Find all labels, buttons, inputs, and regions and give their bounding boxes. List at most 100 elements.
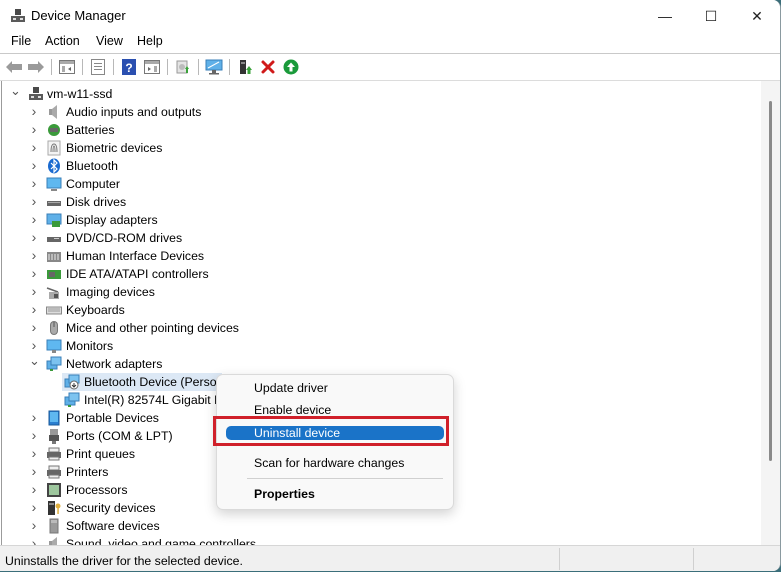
- chevron-right-icon[interactable]: ›: [29, 446, 39, 460]
- tree-item[interactable]: › DVD/CD-ROM drives: [2, 229, 322, 247]
- chevron-right-icon[interactable]: ›: [29, 482, 39, 496]
- chevron-right-icon[interactable]: ›: [29, 536, 39, 545]
- context-menu-update-driver[interactable]: Update driver: [225, 380, 445, 396]
- processor-icon: [47, 483, 61, 497]
- chevron-right-icon[interactable]: ›: [29, 266, 39, 280]
- computer-icon: [46, 177, 62, 191]
- tree-item-label: Ports (COM & LPT): [66, 429, 173, 443]
- printer-icon: [47, 447, 61, 461]
- speaker-icon: [49, 105, 57, 119]
- title-bar: Device Manager — ☐ ✕: [0, 0, 780, 32]
- tree-item[interactable]: › Biometric devices: [2, 139, 322, 157]
- tree-item-label: Mice and other pointing devices: [66, 321, 239, 335]
- tree-item[interactable]: › Sound, video and game controllers: [2, 535, 322, 545]
- software-device-icon: [49, 518, 59, 534]
- tree-item-label: Sound, video and game controllers: [66, 537, 257, 545]
- uninstall-button[interactable]: [259, 58, 277, 76]
- chevron-right-icon[interactable]: ›: [29, 410, 39, 424]
- tree-item[interactable]: › Monitors: [2, 337, 322, 355]
- tree-item-label: Computer: [66, 177, 120, 191]
- tree-item-label: Bluetooth: [66, 159, 118, 173]
- menu-view[interactable]: View: [96, 34, 123, 48]
- chevron-right-icon[interactable]: ›: [29, 230, 39, 244]
- scrollbar-thumb[interactable]: [769, 101, 772, 461]
- tree-item[interactable]: ⌄ Network adapters: [2, 354, 322, 373]
- chevron-right-icon[interactable]: ›: [29, 518, 39, 532]
- tree-item-label: Display adapters: [66, 213, 158, 227]
- chevron-right-icon[interactable]: ›: [29, 320, 39, 334]
- tree-item[interactable]: › Computer: [2, 175, 322, 193]
- tree-item-label: Disk drives: [66, 195, 127, 209]
- back-button[interactable]: [5, 58, 23, 76]
- context-menu-separator: [247, 478, 443, 479]
- device-manager-app-icon: [11, 9, 25, 22]
- add-driver-button[interactable]: [236, 58, 254, 76]
- chevron-right-icon[interactable]: ›: [29, 284, 39, 298]
- chevron-right-icon[interactable]: ›: [29, 140, 39, 154]
- enable-device-button[interactable]: [282, 58, 300, 76]
- ide-controller-icon: [47, 270, 61, 279]
- status-text: Uninstalls the driver for the selected d…: [5, 554, 243, 568]
- chevron-right-icon[interactable]: ›: [29, 122, 39, 136]
- show-hide-console-tree-button[interactable]: [58, 58, 76, 76]
- chevron-right-icon[interactable]: ›: [29, 176, 39, 190]
- minimize-button[interactable]: —: [642, 0, 688, 32]
- device-item-label: Intel(R) 82574L Gigabit N: [84, 393, 223, 407]
- tree-item[interactable]: › Imaging devices: [2, 283, 322, 301]
- scan-hardware-button[interactable]: [205, 58, 223, 76]
- toolbar-separator: [198, 59, 199, 75]
- chevron-right-icon[interactable]: ›: [29, 338, 39, 352]
- show-action-pane-button[interactable]: [143, 58, 161, 76]
- tree-item[interactable]: › Human Interface Devices: [2, 247, 322, 265]
- menu-item-label: Enable device: [254, 403, 332, 417]
- chevron-right-icon[interactable]: ›: [29, 248, 39, 262]
- disabled-network-adapter-icon: [64, 374, 80, 390]
- chevron-right-icon[interactable]: ›: [29, 212, 39, 226]
- speaker-icon: [49, 537, 57, 545]
- context-menu-scan-hardware[interactable]: Scan for hardware changes: [225, 455, 445, 471]
- chevron-right-icon[interactable]: ›: [29, 500, 39, 514]
- tree-item-label: IDE ATA/ATAPI controllers: [66, 267, 209, 281]
- chevron-right-icon[interactable]: ›: [29, 302, 39, 316]
- chevron-right-icon[interactable]: ›: [29, 464, 39, 478]
- chevron-right-icon[interactable]: ›: [29, 158, 39, 172]
- port-icon: [49, 429, 59, 444]
- close-button[interactable]: ✕: [734, 0, 780, 32]
- tree-item[interactable]: › Audio inputs and outputs: [2, 103, 322, 121]
- chevron-right-icon[interactable]: ›: [29, 194, 39, 208]
- menu-help[interactable]: Help: [137, 34, 163, 48]
- tree-item[interactable]: › Display adapters: [2, 211, 322, 229]
- update-driver-icon: [176, 60, 189, 74]
- window-title: Device Manager: [31, 8, 126, 23]
- monitor-icon: [46, 339, 62, 353]
- tree-item[interactable]: › Software devices: [2, 517, 322, 535]
- chevron-down-icon[interactable]: ⌄: [29, 354, 40, 367]
- tree-item[interactable]: › Keyboards: [2, 301, 322, 319]
- update-driver-button[interactable]: [174, 58, 192, 76]
- chevron-down-icon[interactable]: ⌄: [10, 84, 21, 97]
- tree-item-label: Audio inputs and outputs: [66, 105, 202, 119]
- tree-item[interactable]: › Disk drives: [2, 193, 322, 211]
- menu-action[interactable]: Action: [45, 34, 80, 48]
- properties-button[interactable]: [89, 58, 107, 76]
- hid-icon: [47, 252, 61, 262]
- tree-root[interactable]: ⌄ vm-w11-ssd: [2, 84, 302, 103]
- maximize-button[interactable]: ☐: [688, 0, 734, 32]
- device-item[interactable]: Intel(R) 82574L Gigabit N: [62, 391, 223, 409]
- tree-item[interactable]: › Mice and other pointing devices: [2, 319, 322, 337]
- tree-item[interactable]: › Batteries: [2, 121, 322, 139]
- tree-root-label: vm-w11-ssd: [47, 87, 113, 101]
- vertical-scrollbar[interactable]: [761, 81, 780, 545]
- tree-item[interactable]: › Bluetooth: [2, 157, 322, 175]
- chevron-right-icon[interactable]: ›: [29, 104, 39, 118]
- forward-button[interactable]: [27, 58, 45, 76]
- tree-item[interactable]: › IDE ATA/ATAPI controllers: [2, 265, 322, 283]
- enable-device-icon: [283, 59, 299, 75]
- tree-item-label: Human Interface Devices: [66, 249, 205, 263]
- help-button[interactable]: ?: [120, 58, 138, 76]
- context-menu-properties[interactable]: Properties: [225, 486, 445, 502]
- device-item[interactable]: Bluetooth Device (Person: [62, 373, 223, 391]
- chevron-right-icon[interactable]: ›: [29, 428, 39, 442]
- display-adapter-icon: [46, 213, 62, 227]
- menu-file[interactable]: File: [11, 34, 31, 48]
